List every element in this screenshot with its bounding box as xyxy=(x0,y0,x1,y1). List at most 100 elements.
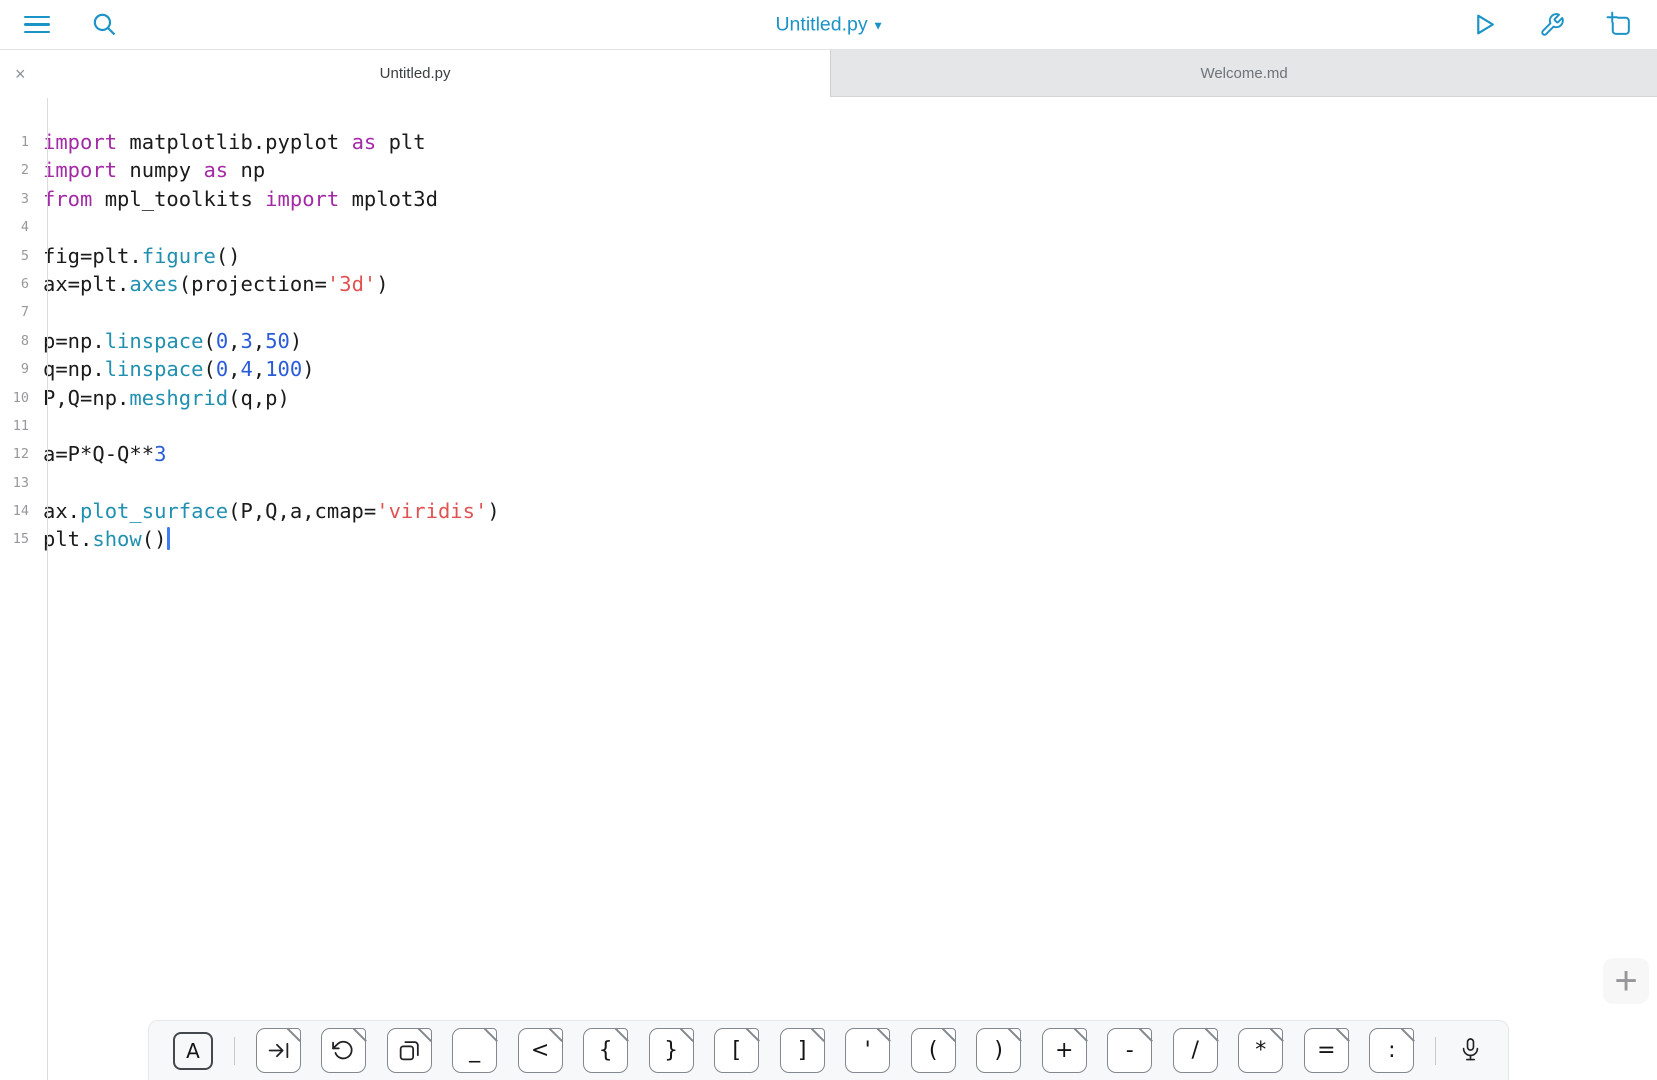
close-bracket-key[interactable]: ] xyxy=(779,1027,826,1073)
plus-key[interactable]: + xyxy=(1041,1027,1088,1073)
code-line[interactable]: 15 plt.show() xyxy=(0,525,1657,553)
key-label: A xyxy=(186,1038,200,1063)
menu-button[interactable] xyxy=(24,10,50,40)
key-label: } xyxy=(664,1037,679,1063)
line-number: 13 xyxy=(12,474,29,491)
code-line[interactable]: 1 import matplotlib.pyplot as plt xyxy=(0,128,1657,156)
code-line[interactable]: 10 P,Q=np.meshgrid(q,p) xyxy=(0,384,1657,412)
copy-icon xyxy=(399,1041,419,1061)
key-label: ) xyxy=(994,1037,1003,1063)
key-label: ' xyxy=(864,1037,871,1063)
code-line[interactable]: 6 ax=plt.axes(projection='3d') xyxy=(0,270,1657,298)
apostrophe-key[interactable]: ' xyxy=(845,1027,891,1073)
keyboard-keys: A _ < {} [] ' () + - / * =: xyxy=(173,1027,1484,1073)
text-cursor xyxy=(167,527,171,551)
undo-key[interactable] xyxy=(321,1027,367,1073)
keyboard-accessory-bar: A _ < {} [] ' () + - / * =: xyxy=(148,1020,1509,1080)
code-line[interactable]: 8 p=np.linspace(0,3,50) xyxy=(0,327,1657,355)
code-line[interactable]: 12 a=P*Q-Q**3 xyxy=(0,440,1657,468)
close-brace-key[interactable]: } xyxy=(648,1027,695,1073)
code-line[interactable]: 2 import numpy as np xyxy=(0,156,1657,184)
code-line[interactable]: 5 fig=plt.figure() xyxy=(0,242,1657,270)
line-number: 3 xyxy=(20,190,29,207)
close-paren-key[interactable]: ) xyxy=(976,1027,1022,1073)
slash-key[interactable]: / xyxy=(1172,1027,1219,1073)
key-label: ] xyxy=(797,1037,807,1063)
open-bracket-key[interactable]: [ xyxy=(714,1027,760,1073)
tab-untitled-py[interactable]: × Untitled.py xyxy=(0,50,831,97)
line-number: 9 xyxy=(20,361,29,378)
toolbar-left-group xyxy=(24,10,118,40)
code-line[interactable]: 14 ax.plot_surface(P,Q,a,cmap='viridis') xyxy=(0,497,1657,525)
toolbar-right-group xyxy=(1471,10,1633,40)
asterisk-key[interactable]: * xyxy=(1238,1027,1284,1073)
code-line[interactable]: 3 from mpl_toolkits import mplot3d xyxy=(0,185,1657,213)
line-number: 4 xyxy=(20,219,29,236)
code-editor-app: Untitled.py ▼ × Untitled.py Welcome.md 1… xyxy=(0,0,1657,1080)
key-label: : xyxy=(1388,1037,1396,1063)
code-editor[interactable]: 1 import matplotlib.pyplot as plt 2 import … xyxy=(0,98,1657,1080)
run-button[interactable] xyxy=(1471,10,1498,40)
tab-key[interactable] xyxy=(255,1027,302,1073)
undo-arrow-icon xyxy=(332,1040,353,1060)
code-line[interactable]: 4 xyxy=(0,213,1657,241)
dictation-key[interactable] xyxy=(1457,1037,1484,1064)
line-number: 5 xyxy=(20,247,29,264)
tools-button[interactable] xyxy=(1539,10,1565,40)
key-label: = xyxy=(1317,1037,1336,1063)
code-line[interactable]: 7 xyxy=(0,298,1657,326)
line-number: 2 xyxy=(20,162,29,179)
colon-key[interactable]: : xyxy=(1369,1027,1416,1073)
tab-arrow-icon xyxy=(268,1042,288,1059)
key-label: + xyxy=(1055,1037,1074,1063)
new-file-button[interactable] xyxy=(1606,10,1633,40)
code-text: fig=plt.figure() xyxy=(43,243,241,268)
code-text: import matplotlib.pyplot as plt xyxy=(43,130,426,154)
line-number: 14 xyxy=(12,503,29,520)
floating-plus-button[interactable]: + xyxy=(1603,958,1649,1004)
key-label: ( xyxy=(928,1037,938,1063)
keyboard-divider xyxy=(1434,1036,1437,1065)
line-number: 11 xyxy=(12,417,29,434)
underscore-key[interactable]: _ xyxy=(452,1027,498,1073)
close-icon[interactable]: × xyxy=(15,65,26,83)
code-text: a=P*Q-Q**3 xyxy=(43,442,167,467)
code-text: ax=plt.axes(projection='3d') xyxy=(43,271,389,296)
new-file-icon xyxy=(1606,11,1630,35)
copy-key[interactable] xyxy=(386,1027,433,1073)
tab-welcome-md[interactable]: Welcome.md xyxy=(830,50,1657,97)
key-label: - xyxy=(1125,1037,1134,1063)
search-icon xyxy=(93,13,115,35)
key-label: _ xyxy=(469,1037,481,1063)
open-brace-key[interactable]: { xyxy=(583,1027,629,1073)
open-paren-key[interactable]: ( xyxy=(910,1027,957,1073)
top-toolbar: Untitled.py ▼ xyxy=(0,0,1657,49)
less-than-key[interactable]: < xyxy=(517,1027,564,1073)
tab-label: Untitled.py xyxy=(379,65,451,82)
code-line[interactable]: 13 xyxy=(0,469,1657,497)
minus-key[interactable]: - xyxy=(1107,1027,1153,1073)
page-title: Untitled.py xyxy=(775,13,868,35)
line-number: 8 xyxy=(20,332,29,349)
select-key[interactable]: A xyxy=(173,1031,213,1070)
code-line[interactable]: 11 xyxy=(0,412,1657,440)
code-line[interactable]: 9 q=np.linspace(0,4,100) xyxy=(0,355,1657,383)
document-title-menu[interactable]: Untitled.py ▼ xyxy=(775,13,881,36)
tab-label: Welcome.md xyxy=(1200,64,1288,82)
chevron-down-icon: ▼ xyxy=(874,21,882,31)
play-icon xyxy=(1477,14,1494,35)
keyboard-divider xyxy=(233,1036,236,1065)
key-label: < xyxy=(530,1037,550,1063)
search-button[interactable] xyxy=(91,10,118,40)
key-label: / xyxy=(1191,1037,1199,1063)
wrench-icon xyxy=(1541,12,1564,36)
equals-key[interactable]: = xyxy=(1303,1027,1350,1073)
tab-bar: × Untitled.py Welcome.md xyxy=(0,49,1657,97)
line-number: 1 xyxy=(20,134,29,150)
line-number: 15 xyxy=(12,531,29,548)
key-label: * xyxy=(1255,1037,1267,1063)
